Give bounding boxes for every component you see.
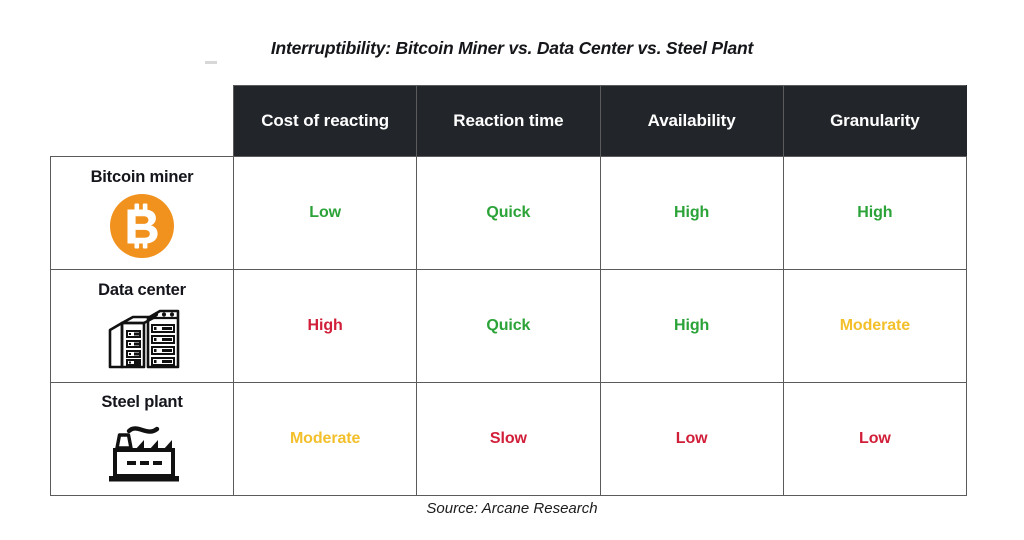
stray-mark (205, 61, 217, 64)
table-row: Steel plant Moderate Slow Low Low (50, 382, 968, 496)
cell-value: Low (232, 156, 418, 270)
table-body: Bitcoin miner Low Quick High High Data c… (50, 156, 968, 496)
row-label-text: Bitcoin miner (90, 167, 194, 186)
column-header-availability: Availability (599, 85, 784, 157)
table-header: Cost of reacting Reaction time Availabil… (50, 85, 968, 157)
page-title: Interruptibility: Bitcoin Miner vs. Data… (270, 38, 754, 58)
source-caption: Source: Arcane Research (426, 500, 598, 517)
column-header-granularity: Granularity (782, 85, 968, 157)
row-label-text: Data center (98, 280, 186, 299)
cell-value: High (232, 269, 418, 383)
row-label-data-center: Data center (50, 269, 234, 383)
cell-value: Slow (416, 382, 601, 496)
cell-value: Low (599, 382, 784, 496)
table-row: Data center High Quick High Moderate (50, 269, 968, 383)
cell-value: High (599, 156, 784, 270)
comparison-table: Cost of reacting Reaction time Availabil… (50, 85, 968, 496)
data-center-icon (100, 306, 184, 372)
cell-value: High (782, 156, 968, 270)
table-corner-cell (50, 85, 234, 157)
bitcoin-icon (109, 193, 175, 259)
cell-value: Quick (416, 269, 601, 383)
cell-value: Moderate (232, 382, 418, 496)
table-header-row: Cost of reacting Reaction time Availabil… (50, 85, 968, 157)
steel-plant-icon (99, 418, 185, 486)
row-label-text: Steel plant (101, 392, 183, 411)
cell-value: Moderate (782, 269, 968, 383)
cell-value: Quick (416, 156, 601, 270)
table-row: Bitcoin miner Low Quick High High (50, 156, 968, 270)
cell-value: Low (782, 382, 968, 496)
infographic-table-page: Interruptibility: Bitcoin Miner vs. Data… (0, 0, 1024, 540)
row-label-steel-plant: Steel plant (50, 382, 234, 496)
column-header-reaction-time: Reaction time (416, 85, 601, 157)
row-label-bitcoin-miner: Bitcoin miner (50, 156, 234, 270)
cell-value: High (599, 269, 784, 383)
column-header-cost-of-reacting: Cost of reacting (232, 85, 418, 157)
comparison-table-container: Cost of reacting Reaction time Availabil… (50, 85, 968, 496)
